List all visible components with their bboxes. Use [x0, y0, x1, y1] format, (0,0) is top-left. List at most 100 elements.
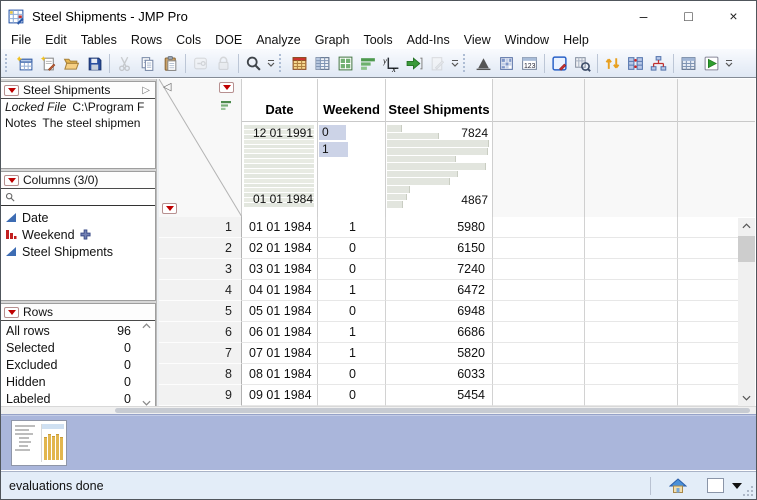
column-item-date[interactable]: Date [5, 209, 155, 226]
report-thumbnail[interactable] [11, 420, 67, 466]
table-row[interactable]: 404 01 198416472 [159, 280, 755, 301]
columns-red-triangle-icon[interactable] [219, 82, 234, 93]
home-icon[interactable] [669, 478, 687, 494]
status-message: evaluations done [9, 479, 650, 493]
table-row[interactable]: 101 01 198415980 [159, 217, 755, 238]
save-icon[interactable] [83, 52, 106, 75]
status-dropdown-caret[interactable] [732, 483, 742, 489]
tabulate-icon[interactable] [311, 52, 334, 75]
collapse-sidebar-icon[interactable]: ◁ [163, 80, 171, 93]
run-script-icon[interactable] [700, 52, 723, 75]
toolbar-overflow-button[interactable] [449, 52, 461, 75]
clear-row-states-icon[interactable] [189, 52, 212, 75]
toolbar-overflow-button[interactable] [723, 52, 735, 75]
header-graph-icon[interactable] [221, 100, 234, 111]
red-triangle-icon[interactable] [4, 307, 19, 318]
open-icon[interactable] [60, 52, 83, 75]
menu-window[interactable]: Window [498, 32, 556, 48]
cut-icon[interactable] [113, 52, 136, 75]
new-data-table-icon[interactable] [14, 52, 37, 75]
split-icon[interactable] [647, 52, 670, 75]
column-header-label[interactable]: Weekend [318, 79, 385, 122]
lock-icon[interactable] [212, 52, 235, 75]
scroll-up-button[interactable] [738, 218, 755, 234]
menu-cols[interactable]: Cols [169, 32, 208, 48]
fit-y-by-x-icon[interactable]: yx [380, 52, 403, 75]
paste-icon[interactable] [159, 52, 182, 75]
selection-icon[interactable] [548, 52, 571, 75]
cell-weekend: 0 [318, 259, 386, 280]
histogram-bar [387, 178, 450, 185]
table-row[interactable]: 707 01 198415820 [159, 343, 755, 364]
data-table-icon[interactable] [288, 52, 311, 75]
chevron-up-icon[interactable] [142, 323, 151, 329]
summary-icon[interactable] [677, 52, 700, 75]
search-icon[interactable] [242, 52, 265, 75]
table-row[interactable]: 606 01 198416686 [159, 322, 755, 343]
new-script-icon[interactable] [37, 52, 60, 75]
tile-windows-icon[interactable] [334, 52, 357, 75]
scrollbar-thumb[interactable] [738, 236, 755, 262]
columns-search-input[interactable] [1, 189, 155, 206]
bar-chart-icon[interactable] [357, 52, 380, 75]
weekend-level-bar: 0 [319, 125, 346, 140]
toolbar-overflow-button[interactable] [265, 52, 277, 75]
menu-graph[interactable]: Graph [308, 32, 357, 48]
value-format-icon[interactable]: 123 [518, 52, 541, 75]
table-panel-header: Steel Shipments ▷ [1, 82, 155, 99]
rows-panel-scrollbar[interactable] [140, 323, 152, 406]
menu-edit[interactable]: Edit [38, 32, 74, 48]
maximize-button[interactable]: □ [666, 2, 711, 31]
assign-roles-icon[interactable] [403, 52, 426, 75]
vertical-scrollbar[interactable] [738, 218, 755, 406]
menu-addins[interactable]: Add-Ins [400, 32, 457, 48]
menu-tables[interactable]: Tables [74, 32, 124, 48]
distribution-icon[interactable] [472, 52, 495, 75]
cell-date: 08 01 1984 [242, 364, 318, 385]
menu-file[interactable]: File [4, 32, 38, 48]
resize-grip[interactable] [743, 486, 754, 497]
columns-viewer-icon[interactable] [495, 52, 518, 75]
menu-doe[interactable]: DOE [208, 32, 249, 48]
horizontal-scrollbar[interactable] [1, 406, 756, 414]
red-triangle-icon[interactable] [4, 175, 19, 186]
table-corner-cell: ◁ [159, 79, 242, 217]
table-row[interactable]: 909 01 198405454 [159, 385, 755, 406]
scrollbar-thumb[interactable] [115, 408, 750, 413]
header-cell-date[interactable]: Date 12 01 1991 01 01 1984 [242, 79, 318, 217]
toolbar-separator [673, 54, 674, 73]
rows-red-triangle-icon[interactable] [162, 203, 177, 214]
table-row[interactable]: 505 01 198406948 [159, 301, 755, 322]
menu-analyze[interactable]: Analyze [249, 32, 307, 48]
column-header-label[interactable]: Steel Shipments [386, 79, 492, 122]
table-row[interactable]: 202 01 198406150 [159, 238, 755, 259]
menu-help[interactable]: Help [556, 32, 596, 48]
edit-icon[interactable] [426, 52, 449, 75]
close-button[interactable]: × [711, 2, 756, 31]
sort-icon[interactable] [601, 52, 624, 75]
status-checkbox[interactable] [707, 478, 724, 493]
cell-weekend: 1 [318, 322, 386, 343]
cell-weekend: 0 [318, 364, 386, 385]
rows-panel: Rows All rows96 Selected0 Excluded0 Hidd… [1, 303, 156, 406]
rows-stat-selected: Selected0 [1, 340, 155, 357]
header-cell-steel-shipments[interactable]: Steel Shipments 7824 4867 [386, 79, 493, 217]
column-item-steel-shipments[interactable]: Steel Shipments [5, 243, 155, 260]
menu-tools[interactable]: Tools [356, 32, 399, 48]
red-triangle-icon[interactable] [4, 85, 19, 96]
table-row[interactable]: 808 01 198406033 [159, 364, 755, 385]
row-number: 4 [159, 280, 242, 301]
table-row[interactable]: 303 01 198407240 [159, 259, 755, 280]
minimize-button[interactable]: – [621, 2, 666, 31]
join-icon[interactable] [624, 52, 647, 75]
header-cell-weekend[interactable]: Weekend 01 [318, 79, 386, 217]
query-icon[interactable] [571, 52, 594, 75]
expand-panel-icon[interactable]: ▷ [142, 85, 150, 96]
menu-view[interactable]: View [457, 32, 498, 48]
scroll-down-button[interactable] [738, 390, 755, 406]
date-bar [244, 140, 314, 144]
menu-rows[interactable]: Rows [124, 32, 169, 48]
copy-icon[interactable] [136, 52, 159, 75]
column-header-label[interactable]: Date [242, 79, 317, 122]
column-item-weekend[interactable]: Weekend [5, 226, 155, 243]
